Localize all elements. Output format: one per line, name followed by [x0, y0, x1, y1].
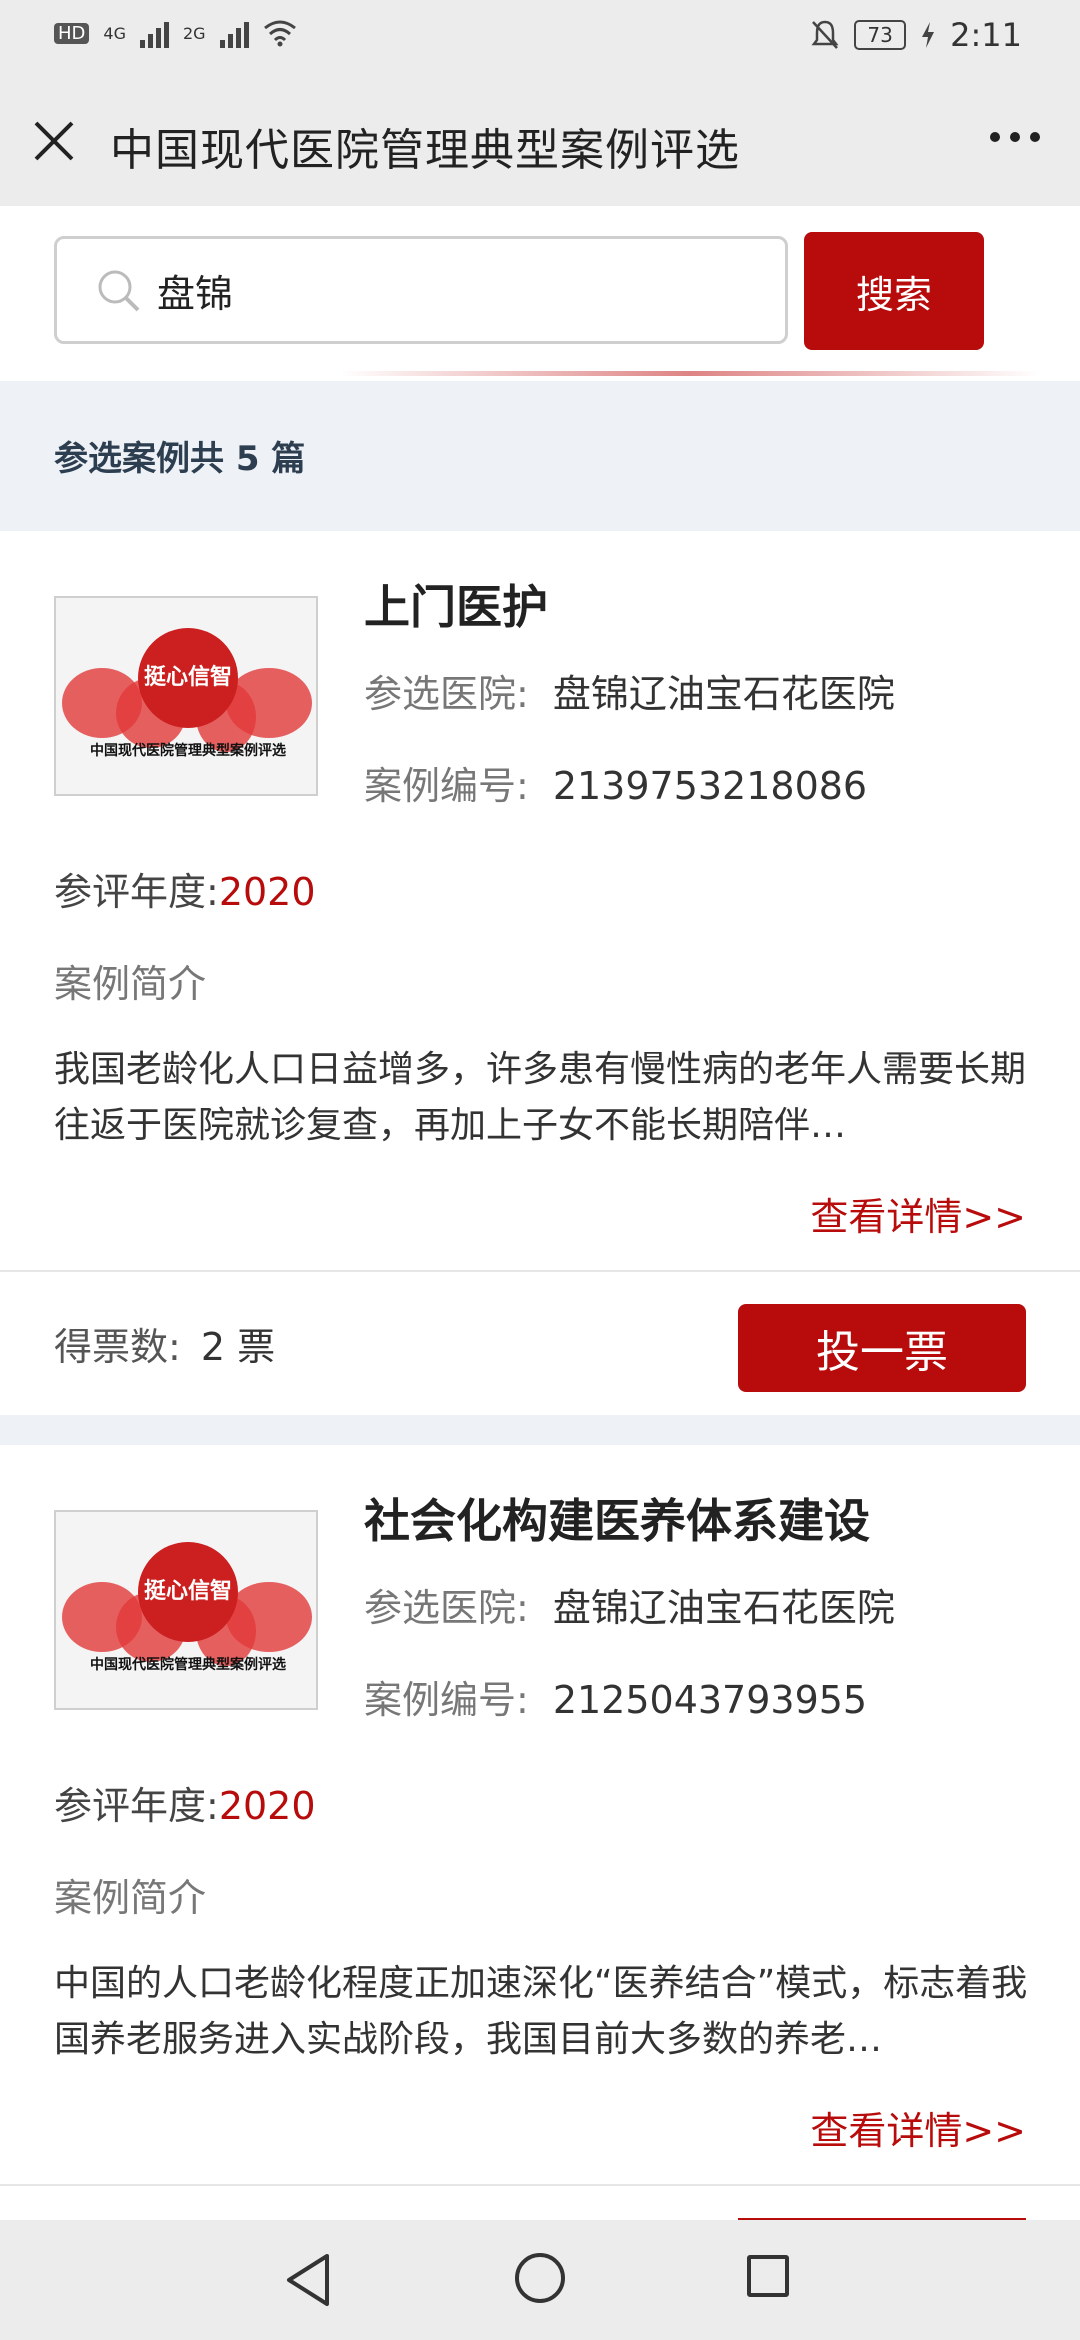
case-number-label: 案例编号: [364, 1678, 529, 1722]
hospital-value: 盘锦辽油宝石花医院 [552, 672, 895, 716]
divider [0, 1270, 1080, 1272]
year-field: 参评年度:2020 [54, 1775, 316, 1830]
case-number-field: 案例编号: 2125043793955 [364, 1669, 867, 1724]
battery-level: 73 [867, 23, 893, 47]
hospital-field: 参选医院: 盘锦辽油宝石花医院 [364, 1577, 895, 1632]
result-count-bar: 参选案例共 5 篇 [0, 381, 1080, 531]
case-number-field: 案例编号: 2139753218086 [364, 755, 867, 810]
year-value: 2020 [218, 870, 316, 914]
case-title[interactable]: 社会化构建医养体系建设 [364, 1485, 870, 1551]
case-card: 挺心信智 中国现代医院管理典型案例评选 上门医护 参选医院: 盘锦辽油宝石花医院 … [0, 531, 1080, 1415]
status-right: 73 2:11 [810, 16, 1022, 54]
search-area: 搜索 [0, 206, 1080, 381]
back-triangle-icon[interactable] [283, 2252, 333, 2308]
case-number-value: 2139753218086 [552, 764, 868, 808]
view-details-link[interactable]: 查看详情>> [810, 2100, 1026, 2155]
search-icon [98, 270, 140, 312]
card-separator [0, 1415, 1080, 1445]
status-left: HD 4G 2G [54, 18, 297, 48]
search-button[interactable]: 搜索 [804, 232, 984, 350]
view-details-link[interactable]: 查看详情>> [810, 1186, 1026, 1241]
case-thumbnail[interactable]: 挺心信智 中国现代医院管理典型案例评选 [54, 1510, 318, 1710]
case-title[interactable]: 上门医护 [364, 571, 548, 637]
title-bar: 中国现代医院管理典型案例评选 [0, 76, 1080, 206]
hospital-label: 参选医院: [364, 672, 529, 716]
divider [0, 2184, 1080, 2186]
search-box [54, 236, 788, 344]
search-input[interactable] [157, 264, 717, 316]
hospital-value: 盘锦辽油宝石花医院 [552, 1586, 895, 1630]
thumbnail-badge: 挺心信智 [138, 1542, 238, 1642]
close-icon[interactable] [32, 119, 76, 163]
vote-count: 得票数: 2 票 [54, 1316, 275, 1371]
intro-text: 我国老龄化人口日益增多，许多患有慢性病的老年人需要长期往返于医院就诊复查，再加上… [54, 1049, 1027, 1146]
recent-square-icon[interactable] [747, 2255, 789, 2297]
case-number-value: 2125043793955 [552, 1678, 868, 1722]
page-title: 中国现代医院管理典型案例评选 [110, 125, 740, 176]
battery-icon: 73 [854, 20, 907, 50]
network-type-2: 2G [182, 23, 206, 43]
year-label: 参评年度: [54, 1784, 219, 1828]
vote-button[interactable]: 投一票 [738, 1304, 1026, 1392]
wifi-icon [263, 20, 296, 47]
home-circle-icon[interactable] [515, 2253, 565, 2303]
hospital-field: 参选医院: 盘锦辽油宝石花医院 [364, 663, 895, 718]
more-icon[interactable] [990, 132, 1040, 142]
thumbnail-caption: 中国现代医院管理典型案例评选 [90, 1657, 286, 1673]
clock: 2:11 [950, 16, 1022, 54]
hd-indicator: HD [54, 22, 90, 44]
network-type-1: 4G [103, 23, 126, 43]
intro-text: 中国的人口老龄化程度正加速深化“医养结合”模式，标志着我国养老服务进入实战阶段，… [54, 1963, 1028, 2060]
thumbnail-badge: 挺心信智 [138, 628, 238, 728]
year-label: 参评年度: [54, 870, 219, 914]
case-thumbnail[interactable]: 挺心信智 中国现代医院管理典型案例评选 [54, 596, 318, 796]
result-count: 参选案例共 5 篇 [54, 439, 306, 479]
system-nav-bar [0, 2220, 1080, 2340]
vote-count-value: 2 票 [200, 1325, 276, 1369]
status-bar: HD 4G 2G 73 2:11 [0, 0, 1080, 76]
thumbnail-caption: 中国现代医院管理典型案例评选 [90, 743, 286, 759]
case-card: 挺心信智 中国现代医院管理典型案例评选 社会化构建医养体系建设 参选医院: 盘锦辽… [0, 1445, 1080, 2220]
year-field: 参评年度:2020 [54, 861, 316, 916]
signal-icon [219, 18, 249, 48]
hospital-label: 参选医院: [364, 1586, 529, 1630]
charging-icon [922, 22, 935, 48]
intro-label: 案例简介 [54, 1876, 207, 1920]
signal-icon [139, 18, 169, 48]
vote-count-label: 得票数: [54, 1325, 181, 1369]
search-underline [340, 371, 1040, 376]
intro-label: 案例简介 [54, 962, 207, 1006]
year-value: 2020 [218, 1784, 316, 1828]
case-number-label: 案例编号: [364, 764, 529, 808]
mute-bell-icon [811, 20, 839, 49]
